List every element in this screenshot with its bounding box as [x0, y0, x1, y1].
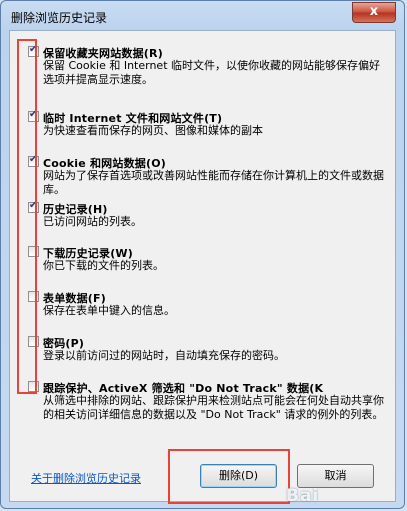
option-description: 保留 Cookie 和 Internet 临时文件，以使你收藏的网站能够保存偏好… — [43, 59, 380, 86]
checkbox-download-history[interactable] — [28, 246, 39, 257]
delete-history-dialog: 删除浏览历史记录 x 保留收藏夹网站数据(R) 保留 Cookie 和 Inte… — [0, 0, 405, 509]
checkbox-form-data[interactable] — [28, 291, 39, 302]
checkbox-tracking-protection[interactable] — [28, 381, 39, 392]
checkbox-temp-files[interactable] — [28, 109, 39, 122]
dialog-title: 删除浏览历史记录 — [11, 11, 108, 25]
close-button[interactable]: x — [352, 2, 396, 23]
checkbox-cookies[interactable] — [28, 154, 39, 167]
option-description: 登录以前访问过的网站时，自动填充保存的密码。 — [43, 349, 285, 362]
checkbox-preserve-favorites[interactable] — [28, 44, 39, 57]
option-description: 你已下载的文件的列表。 — [43, 259, 164, 272]
checkbox-history[interactable] — [28, 200, 39, 213]
option-description: 已访问网站的列表。 — [43, 215, 142, 228]
checkbox-passwords[interactable] — [28, 336, 39, 347]
baidu-watermark: Bai — [286, 486, 320, 506]
option-description: 网站为了保存首选项或改善网站性能而存储在你计算机上的文件或数据库。 — [43, 169, 384, 196]
option-description: 为快速查看而保存的网页、图像和媒体的副本 — [43, 124, 263, 137]
option-description: 从筛选中排除的网站、跟踪保护用来检测站点可能会在何处自动共享你的相关访问详细信息… — [43, 394, 384, 421]
delete-button[interactable]: 删除(D) — [200, 464, 277, 488]
title-bar[interactable]: 删除浏览历史记录 x — [1, 1, 404, 29]
option-description: 保存在表单中键入的信息。 — [43, 304, 175, 317]
cancel-button[interactable]: 取消 — [297, 464, 374, 488]
about-delete-history-link[interactable]: 关于删除浏览历史记录 — [31, 470, 141, 486]
dialog-body: 保留收藏夹网站数据(R) 保留 Cookie 和 Internet 临时文件，以… — [9, 30, 396, 502]
